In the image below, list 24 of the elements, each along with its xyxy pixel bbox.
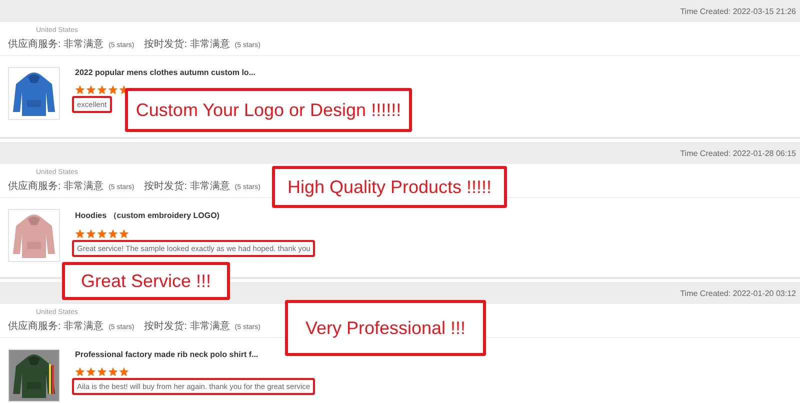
star-icon <box>97 367 107 377</box>
star-icon <box>108 229 118 239</box>
time-created: Time Created: 2022-01-20 03:12 <box>680 288 796 298</box>
product-title[interactable]: Professional factory made rib neck polo shirt f... <box>75 350 258 359</box>
star-icon <box>86 85 96 95</box>
annotation-callout: Very Professional !!! <box>285 300 486 356</box>
annotation-callout: Custom Your Logo or Design !!!!!! <box>125 88 412 132</box>
star-icon <box>75 229 85 239</box>
star-icon <box>75 367 85 377</box>
annotation-callout: Great Service !!! <box>62 262 230 300</box>
star-icon <box>97 229 107 239</box>
star-icon <box>75 85 85 95</box>
star-icon <box>108 85 118 95</box>
annotation-callout: High Quality Products !!!!! <box>272 166 507 208</box>
star-icon <box>119 229 129 239</box>
time-created: Time Created: 2022-01-28 06:15 <box>680 148 796 158</box>
star-icon <box>119 367 129 377</box>
star-icon <box>86 367 96 377</box>
star-icon <box>108 367 118 377</box>
star-icon <box>97 85 107 95</box>
product-title[interactable]: 2022 popular mens clothes autumn custom lo... <box>75 68 256 77</box>
time-created: Time Created: 2022-03-15 21:26 <box>680 6 796 16</box>
star-icon <box>86 229 96 239</box>
product-title[interactable]: Hoodies （custom embroidery LOGO) <box>75 210 220 221</box>
